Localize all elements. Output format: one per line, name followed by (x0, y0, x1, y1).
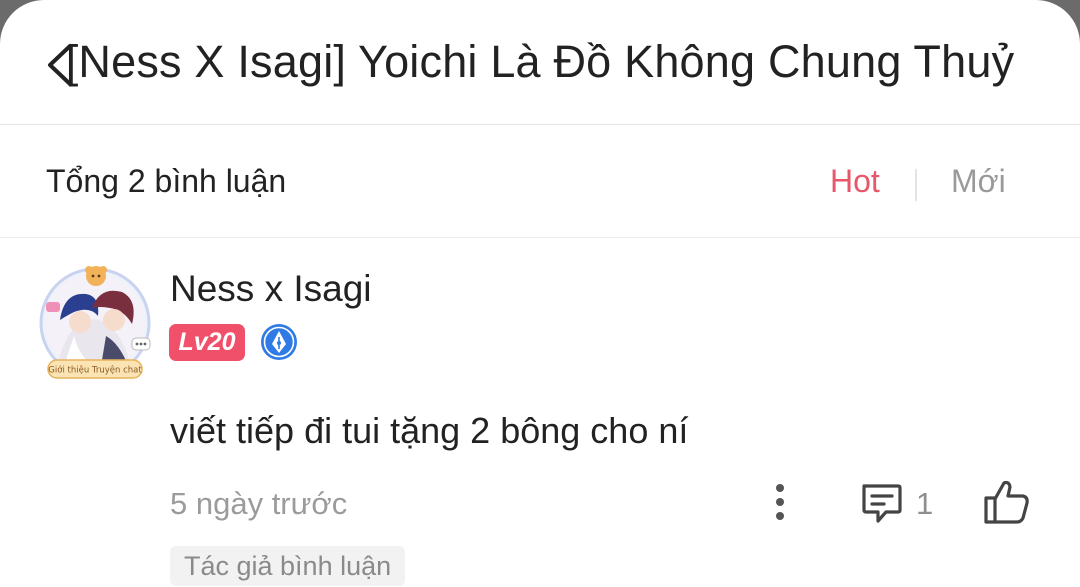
more-icon[interactable] (766, 482, 794, 522)
sort-divider (915, 169, 917, 201)
comment-username[interactable]: Ness x Isagi (170, 268, 372, 310)
author-comment-tag: Tác giả bình luận (170, 546, 406, 586)
sort-new-tab[interactable]: Mới (951, 163, 1006, 200)
pen-badge-icon (261, 324, 297, 360)
like-icon[interactable] (982, 478, 1032, 526)
comment-time: 5 ngày trước (170, 486, 348, 521)
total-comments-label: Tổng 2 bình luận (46, 163, 287, 199)
comment-text: viết tiếp đi tui tặng 2 bông cho ní (170, 410, 689, 451)
back-icon[interactable] (40, 40, 80, 90)
header: [Ness X Isagi] Yoichi Là Đồ Không Chung … (0, 0, 1080, 125)
comments-summary-bar: Tổng 2 bình luận Hot Mới (0, 125, 1080, 238)
comments-sheet: [Ness X Isagi] Yoichi Là Đồ Không Chung … (0, 0, 1080, 587)
page-title: [Ness X Isagi] Yoichi Là Đồ Không Chung … (65, 36, 1015, 87)
avatar-caption: Giới thiệu Truyện chat (48, 365, 142, 376)
reply-count: 1 (916, 486, 934, 521)
level-badge: Lv20 (169, 324, 245, 361)
avatar[interactable]: Giới thiệu Truyện chat (34, 262, 156, 384)
sort-hot-tab[interactable]: Hot (830, 163, 880, 200)
reply-icon[interactable] (858, 480, 904, 526)
